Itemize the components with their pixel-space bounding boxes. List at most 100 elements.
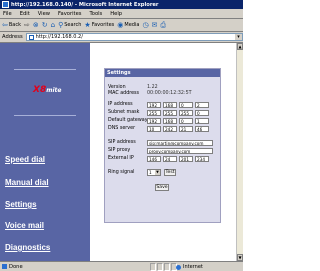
address-input[interactable]: http://192.168.0.2/ ▾ <box>25 33 243 41</box>
print-icon[interactable]: ⎙ <box>160 21 166 29</box>
subnet-octet-4[interactable]: 0 <box>195 110 209 116</box>
menu-file[interactable]: File <box>3 11 12 17</box>
home-icon[interactable]: ⌂ <box>51 21 55 29</box>
gateway-octet-2[interactable]: 168 <box>163 118 177 124</box>
mac-value: 00:00:00:12:32:5T <box>147 91 192 96</box>
subnet-octet-3[interactable]: 255 <box>179 110 193 116</box>
gateway-octet-1[interactable]: 192 <box>147 118 161 124</box>
ip-octet-3[interactable]: 0 <box>179 102 193 108</box>
media-label: Media <box>124 22 140 28</box>
external-ip-octet-2[interactable]: 24 <box>163 156 177 162</box>
nav-diagnostics[interactable]: Diagnostics <box>5 243 50 252</box>
search-button[interactable]: ⚲ Search <box>58 20 82 29</box>
menu-help[interactable]: Help <box>110 11 122 17</box>
mac-label: MAC address <box>108 91 140 96</box>
search-icon: ⚲ <box>58 20 64 29</box>
left-nav-panel: X8mite Speed dial Manual dial Settings V… <box>0 43 90 261</box>
favorites-label: Favorites <box>91 22 115 28</box>
nav-divider-top <box>14 69 76 70</box>
back-label: Back <box>8 22 22 28</box>
toolbar: ⇦ Back ⇨ ⊗ ↻ ⌂ ⚲ Search ★ Favorites ◉ Me… <box>0 19 243 32</box>
address-value: http://192.168.0.2/ <box>35 34 83 40</box>
gateway-octet-4[interactable]: 1 <box>195 118 209 124</box>
logo-x8: X8 <box>33 85 47 95</box>
dns-label: DNS server <box>108 126 136 131</box>
dns-octet-1[interactable]: 10 <box>147 126 161 132</box>
external-ip-octet-4[interactable]: 234 <box>195 156 209 162</box>
title-bar: http://192.168.0.140/ - Microsoft Intern… <box>0 0 243 9</box>
address-bar: Address http://192.168.0.2/ ▾ <box>0 32 243 43</box>
test-ring-button[interactable]: Test <box>164 169 176 176</box>
external-ip-octet-3[interactable]: 201 <box>179 156 193 162</box>
ip-octet-4[interactable]: 2 <box>195 102 209 108</box>
nav-speed-dial[interactable]: Speed dial <box>5 155 45 164</box>
gateway-octet-3[interactable]: 0 <box>179 118 193 124</box>
status-bar: Done Internet <box>0 261 243 271</box>
back-button[interactable]: ⇦ Back <box>2 20 22 29</box>
menu-favorites[interactable]: Favorites <box>58 11 81 17</box>
menu-edit[interactable]: Edit <box>20 11 30 17</box>
external-ip-octet-1[interactable]: 146 <box>147 156 161 162</box>
status-cell-2 <box>157 263 163 271</box>
subnet-label: Subnet mask <box>108 110 140 115</box>
ip-label: IP address <box>108 102 133 107</box>
sip-address-label: SIP address <box>108 140 136 145</box>
sip-proxy-field[interactable]: proxy.company.com <box>147 148 213 154</box>
ring-signal-label: Ring signal <box>108 170 135 175</box>
address-dropdown-icon[interactable]: ▾ <box>235 34 242 40</box>
settings-header: Settings <box>105 69 220 77</box>
settings-panel: Settings Version 1.22 MAC address 00:00:… <box>104 68 221 223</box>
page-content: X8mite Speed dial Manual dial Settings V… <box>0 43 236 261</box>
forward-arrow-icon[interactable]: ⇨ <box>24 21 30 29</box>
history-icon[interactable]: ◷ <box>142 21 148 29</box>
logo-mite: mite <box>46 87 62 94</box>
scroll-up-icon[interactable]: ▲ <box>237 43 243 50</box>
zone-text: Internet <box>183 264 203 270</box>
page-done-icon <box>2 264 7 269</box>
nav-divider-bottom <box>14 115 76 116</box>
window-title: http://192.168.0.140/ - Microsoft Intern… <box>11 1 159 8</box>
menu-view[interactable]: View <box>38 11 50 17</box>
scroll-down-icon[interactable]: ▼ <box>237 254 243 261</box>
refresh-icon[interactable]: ↻ <box>42 21 48 29</box>
version-label: Version <box>108 85 126 90</box>
dns-octet-4[interactable]: 46 <box>195 126 209 132</box>
media-button[interactable]: ◉ Media <box>117 20 140 29</box>
search-label: Search <box>64 22 82 28</box>
favorites-button[interactable]: ★ Favorites <box>84 20 115 29</box>
page-icon <box>28 34 34 40</box>
globe-icon <box>176 264 181 270</box>
ring-signal-value: 1 <box>149 170 152 175</box>
version-value: 1.22 <box>147 85 158 90</box>
dns-octet-3[interactable]: 21 <box>179 126 193 132</box>
favorites-icon: ★ <box>84 20 91 29</box>
security-zone: Internet <box>176 263 236 271</box>
menu-tools[interactable]: Tools <box>89 11 102 17</box>
x8mite-logo: X8mite <box>33 85 61 95</box>
menu-bar: File Edit View Favorites Tools Help <box>0 9 243 19</box>
back-arrow-icon: ⇦ <box>2 20 8 29</box>
external-ip-label: External IP <box>108 156 134 161</box>
status-cell-3 <box>164 263 170 271</box>
ring-signal-select[interactable]: 1 ▼ <box>147 169 161 176</box>
sip-address-field[interactable]: sip:martin@company.com <box>147 140 213 146</box>
save-button[interactable]: Save <box>155 184 169 191</box>
status-cell-1 <box>150 263 156 271</box>
subnet-octet-1[interactable]: 255 <box>147 110 161 116</box>
gateway-label: Default gateway <box>108 118 148 123</box>
nav-manual-dial[interactable]: Manual dial <box>5 178 49 187</box>
sip-proxy-label: SIP proxy <box>108 148 131 153</box>
ip-octet-1[interactable]: 192 <box>147 102 161 108</box>
address-label: Address <box>2 34 23 40</box>
vertical-scrollbar[interactable]: ▲ ▼ <box>236 43 243 261</box>
media-icon: ◉ <box>117 20 124 29</box>
stop-icon[interactable]: ⊗ <box>33 21 39 29</box>
ip-octet-2[interactable]: 168 <box>163 102 177 108</box>
chevron-down-icon: ▼ <box>155 170 160 175</box>
dns-octet-2[interactable]: 242 <box>163 126 177 132</box>
nav-settings[interactable]: Settings <box>5 200 37 209</box>
mail-icon[interactable]: ✉ <box>152 21 158 29</box>
status-text: Done <box>9 263 23 270</box>
nav-voice-mail[interactable]: Voice mail <box>5 221 44 230</box>
subnet-octet-2[interactable]: 255 <box>163 110 177 116</box>
